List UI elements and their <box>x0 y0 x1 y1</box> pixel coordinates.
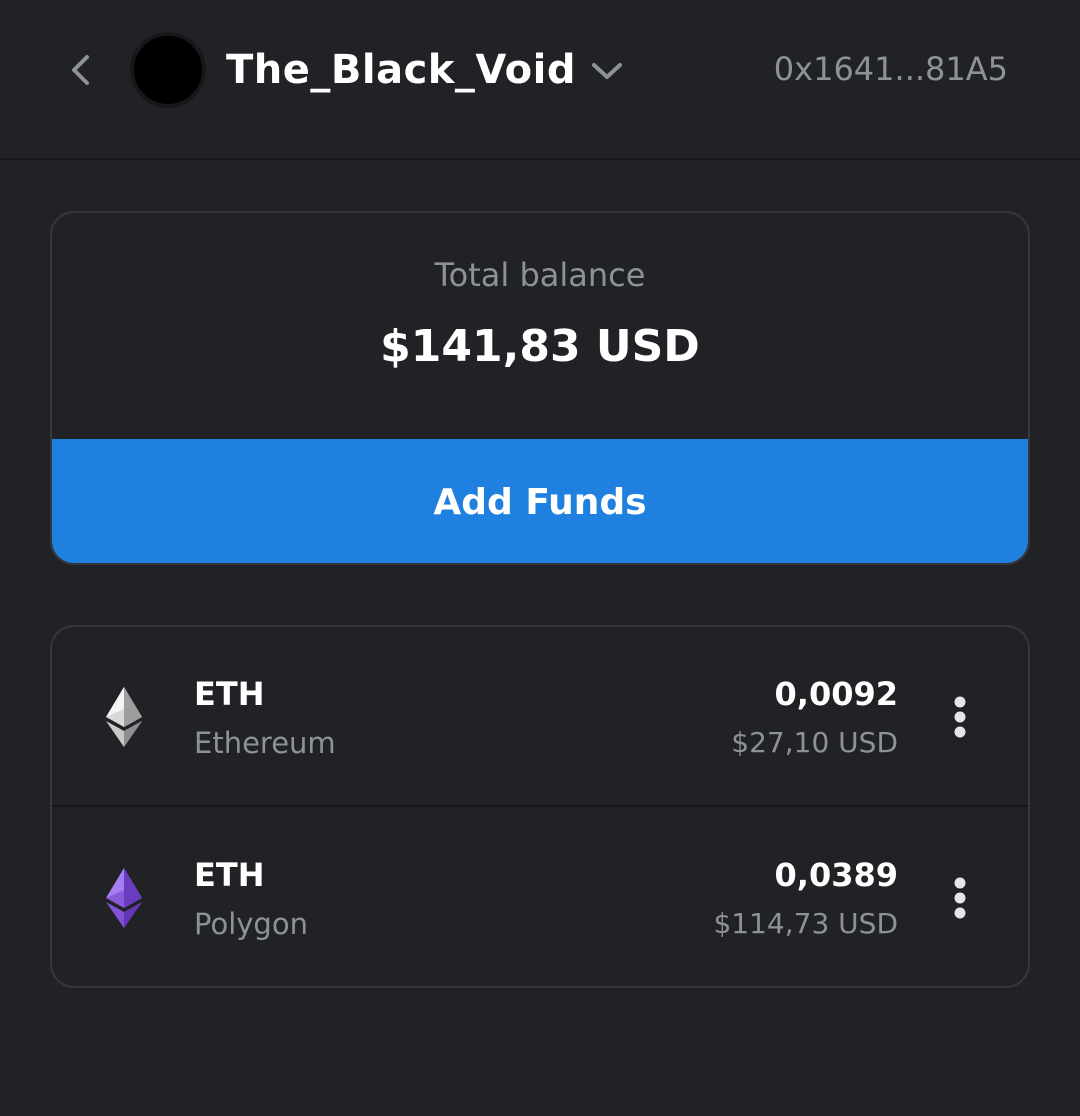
token-fiat-value: $27,10 USD <box>731 726 898 759</box>
token-amount: 0,0389 <box>774 856 898 894</box>
token-amount: 0,0092 <box>774 675 898 713</box>
wallet-name[interactable]: The_Black_Void <box>226 44 576 96</box>
more-vertical-icon <box>954 696 966 738</box>
avatar[interactable] <box>130 32 206 108</box>
add-funds-button[interactable]: Add Funds <box>52 439 1028 563</box>
token-symbol: ETH <box>194 675 265 713</box>
header: The_Black_Void 0x1641...81A5 <box>0 0 1080 160</box>
ethereum-icon <box>106 687 142 747</box>
token-fiat-value: $114,73 USD <box>713 907 898 940</box>
token-symbol: ETH <box>194 856 265 894</box>
polygon-eth-icon <box>106 868 142 928</box>
token-more-button[interactable] <box>936 870 984 926</box>
token-network: Ethereum <box>194 726 336 760</box>
more-vertical-icon <box>954 877 966 919</box>
balance-card: Total balance $141,83 USD Add Funds <box>50 211 1030 565</box>
total-balance-label: Total balance <box>434 256 646 294</box>
token-list: ETH Ethereum 0,0092 $27,10 USD ETH Polyg… <box>50 625 1030 988</box>
wallet-switcher-button[interactable] <box>586 50 628 92</box>
back-button[interactable] <box>56 46 104 94</box>
token-row[interactable]: ETH Polygon 0,0389 $114,73 USD <box>52 808 1028 986</box>
token-more-button[interactable] <box>936 689 984 745</box>
chevron-down-icon <box>592 63 622 79</box>
token-row[interactable]: ETH Ethereum 0,0092 $27,10 USD <box>52 627 1028 807</box>
token-network: Polygon <box>194 907 308 941</box>
wallet-address[interactable]: 0x1641...81A5 <box>774 48 1008 90</box>
total-balance-value: $141,83 USD <box>380 321 700 372</box>
chevron-left-icon <box>72 55 89 85</box>
